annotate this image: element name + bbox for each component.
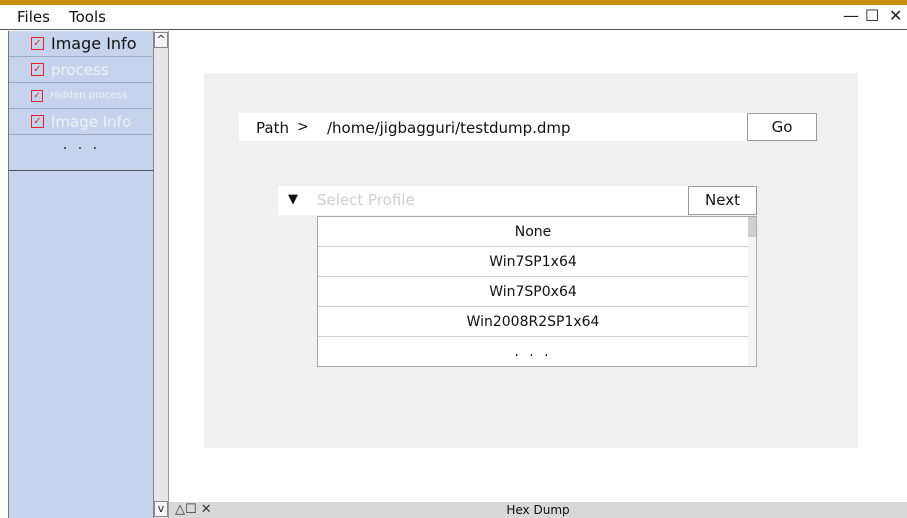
- checkbox-checked-icon[interactable]: ✓: [31, 63, 44, 76]
- sidebar-item-image-info-2[interactable]: ✓ Image Info: [9, 109, 154, 135]
- more-ellipsis: . . .: [62, 137, 101, 153]
- sidebar-scrollbar[interactable]: ^ v: [154, 31, 169, 518]
- sidebar-item-label: Image Info: [51, 112, 132, 131]
- go-button[interactable]: Go: [747, 113, 817, 141]
- path-input[interactable]: /home/jigbagguri/testdump.dmp: [327, 119, 571, 137]
- sidebar-item-image-info[interactable]: ✓ Image Info: [9, 31, 154, 57]
- checkbox-checked-icon[interactable]: ✓: [31, 89, 43, 102]
- profile-option-win2008r2sp1x64[interactable]: Win2008R2SP1x64: [318, 307, 748, 337]
- dropdown-scroll-thumb[interactable]: [748, 217, 756, 237]
- profile-select-placeholder: Select Profile: [317, 191, 415, 209]
- hex-dump-bar: △☐ ✕ Hex Dump: [169, 502, 907, 518]
- path-separator: >: [297, 119, 309, 135]
- next-button[interactable]: Next: [688, 186, 757, 215]
- menu-tools[interactable]: Tools: [69, 8, 106, 26]
- profile-option-win7sp0x64[interactable]: Win7SP0x64: [318, 277, 748, 307]
- profile-option-win7sp1x64[interactable]: Win7SP1x64: [318, 247, 748, 277]
- path-label: Path: [256, 119, 289, 137]
- scroll-down-icon[interactable]: v: [154, 501, 168, 517]
- path-field[interactable]: Path > /home/jigbagguri/testdump.dmp: [239, 113, 747, 141]
- menu-files[interactable]: Files: [17, 8, 50, 26]
- checkbox-checked-icon[interactable]: ✓: [31, 37, 44, 50]
- hex-dump-title: Hex Dump: [506, 503, 570, 517]
- sidebar-item-label: process: [51, 60, 109, 79]
- dropdown-arrow-icon[interactable]: ▼: [288, 192, 298, 207]
- close-icon[interactable]: ✕: [889, 7, 902, 25]
- sidebar: ✓ Image Info ✓ process ✓ Hidden process …: [8, 31, 154, 518]
- sidebar-item-process[interactable]: ✓ process: [9, 57, 154, 83]
- profile-option-none[interactable]: None: [318, 217, 748, 247]
- sidebar-item-label: Image Info: [51, 34, 137, 53]
- profile-option-more[interactable]: . . .: [318, 337, 748, 367]
- sidebar-item-hidden-process[interactable]: ✓ Hidden process: [9, 83, 154, 109]
- menu-bar: Files Tools — ☐ ✕: [0, 5, 907, 30]
- sidebar-more[interactable]: . . .: [9, 135, 154, 171]
- scroll-up-icon[interactable]: ^: [154, 32, 168, 48]
- minimize-icon[interactable]: —: [843, 7, 859, 25]
- profile-dropdown-list: None Win7SP1x64 Win7SP0x64 Win2008R2SP1x…: [317, 216, 757, 367]
- maximize-icon[interactable]: ☐: [865, 7, 879, 25]
- profile-select[interactable]: ▼ Select Profile: [278, 186, 688, 215]
- checkbox-checked-icon[interactable]: ✓: [31, 115, 44, 128]
- sidebar-item-label: Hidden process: [50, 90, 128, 101]
- dropdown-scrollbar[interactable]: [748, 217, 756, 366]
